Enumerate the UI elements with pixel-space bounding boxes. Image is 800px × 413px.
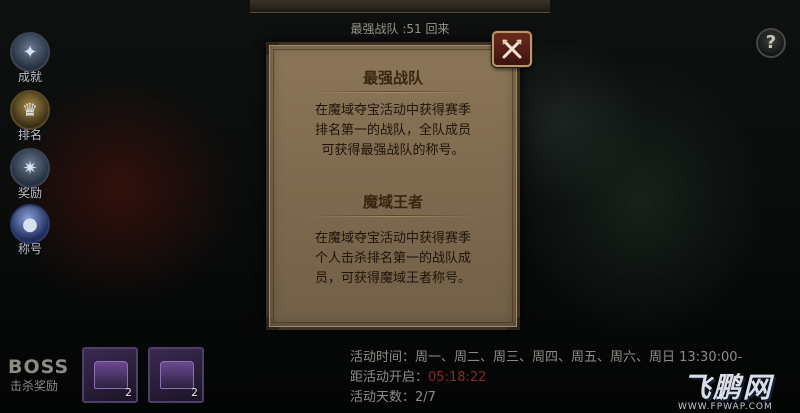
- reward-item-slot[interactable]: 2: [148, 347, 204, 403]
- crossed-swords-close-icon: [502, 39, 522, 59]
- watermark-url: WWW.FPWAP.COM: [678, 402, 773, 412]
- title-info-dialog: 最强战队 在魔域夺宝活动中获得赛季 排名第一的战队，全队成员 可获得最强战队的称…: [266, 42, 520, 330]
- reward-count: 2: [191, 386, 198, 399]
- sidebar-item-label: 称号: [17, 242, 42, 256]
- sidebar-item-reward[interactable]: ✷ 奖励: [4, 148, 56, 201]
- watermark-logo: 飞鹏网: [682, 371, 773, 404]
- section-divider: [309, 215, 477, 217]
- sidebar-item-label: 奖励: [17, 186, 42, 200]
- section-title-domain-king: 魔域王者: [362, 193, 423, 211]
- sidebar-item-label: 成就: [17, 70, 42, 84]
- dialog-corner: [266, 317, 279, 330]
- body-line: 个人击杀排名第一的战队成: [314, 251, 471, 266]
- watermark: 飞鹏网 WWW.FPWAP.COM: [678, 366, 773, 412]
- reward-emblem-icon: ✷: [10, 148, 50, 188]
- sidebar-item-ranking[interactable]: ♛ 排名: [4, 90, 56, 143]
- close-button[interactable]: [492, 31, 532, 67]
- section-body-domain-king: 在魔域夺宝活动中获得赛季 个人击杀排名第一的战队成 员，可获得魔域王者称号。: [283, 229, 503, 289]
- sidebar-item-label: 排名: [17, 128, 42, 142]
- boss-title: BOSS: [8, 356, 70, 378]
- countdown-value: 05:18:22: [428, 370, 487, 385]
- countdown-label: 距活动开启：: [350, 370, 429, 385]
- title-orb-icon: ●: [10, 204, 50, 244]
- body-line: 排名第一的战队，全队成员: [314, 123, 471, 138]
- countdown-row: 距活动开启：05:18:22: [350, 366, 486, 385]
- section-divider: [309, 91, 477, 93]
- ranking-emblem-icon: ♛: [10, 90, 50, 130]
- body-line: 在魔域夺宝活动中获得赛季: [314, 231, 471, 246]
- chest-icon: [160, 361, 194, 389]
- achievement-emblem-icon: ✦: [10, 32, 50, 72]
- dialog-corner: [507, 317, 520, 330]
- body-line: 在魔域夺宝活动中获得赛季: [314, 103, 471, 118]
- sidebar-item-achievement[interactable]: ✦ 成就: [4, 32, 56, 85]
- sidebar-item-title[interactable]: ● 称号: [4, 204, 56, 257]
- boss-subtitle: 击杀奖励: [10, 379, 59, 393]
- help-icon: ?: [765, 32, 777, 53]
- reward-count: 2: [125, 386, 132, 399]
- body-line: 员，可获得魔域王者称号。: [314, 271, 471, 286]
- top-banner: [250, 0, 550, 13]
- body-line: 可获得最强战队的称号。: [321, 143, 465, 158]
- section-body-strongest-team: 在魔域夺宝活动中获得赛季 排名第一的战队，全队成员 可获得最强战队的称号。: [283, 101, 503, 161]
- reward-item-slot[interactable]: 2: [82, 347, 138, 403]
- dialog-corner: [266, 42, 279, 55]
- help-button[interactable]: ?: [756, 28, 786, 58]
- chest-icon: [94, 361, 128, 389]
- header-subtitle: 最强战队 :51 回来: [350, 22, 450, 36]
- activity-days: 活动天数：2/7: [350, 390, 436, 405]
- activity-time: 活动时间：周一、周二、周三、周四、周五、周六、周日 13:30:00-: [350, 350, 743, 365]
- section-title-strongest-team: 最强战队: [362, 69, 423, 87]
